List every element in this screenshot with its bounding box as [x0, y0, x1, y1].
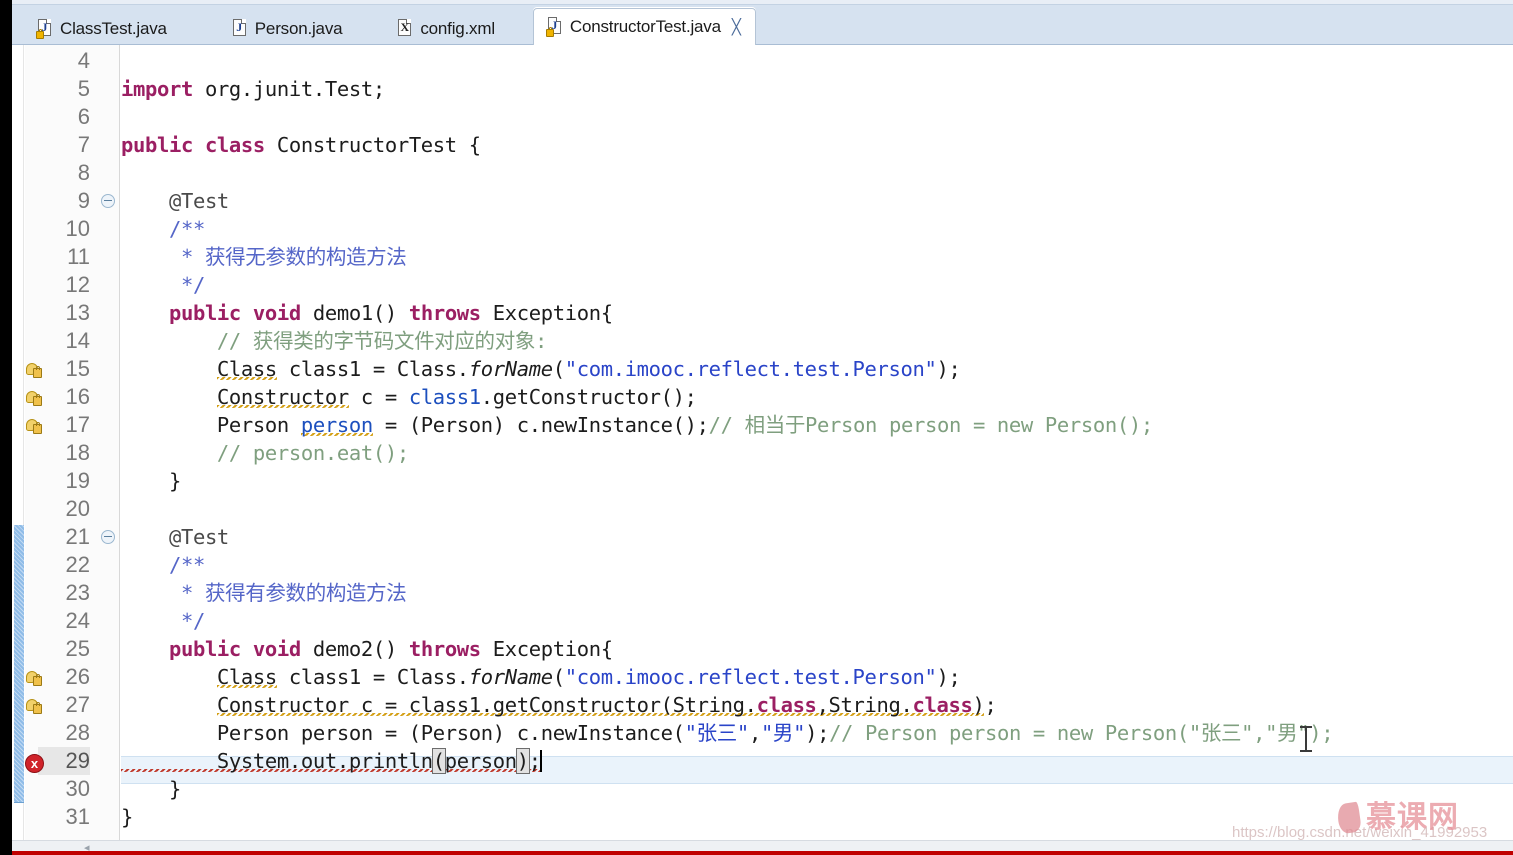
tab-label: Person.java	[254, 19, 343, 38]
tab-config-xml[interactable]: X config.xml	[384, 13, 509, 45]
flame-icon	[1336, 801, 1362, 835]
lock-icon	[545, 27, 554, 37]
window-left-rail	[0, 0, 12, 855]
code-line[interactable]: @Test	[121, 523, 229, 551]
code-line[interactable]: Constructor c = class1.getConstructor(St…	[121, 691, 997, 719]
eclipse-editor-window: J ClassTest.java J Person.java X config.…	[0, 0, 1513, 855]
tab-person-java[interactable]: J Person.java	[219, 13, 357, 45]
code-editor[interactable]: 4 5 6 7 8 9 10 11 12 13 14 15 16 17 18 1…	[12, 45, 1513, 840]
lock-icon	[36, 29, 44, 39]
tab-label: ConstructorTest.java	[569, 17, 721, 36]
editor-tab-bar: J ClassTest.java J Person.java X config.…	[12, 0, 1513, 45]
warning-quickfix-icon[interactable]	[26, 389, 47, 409]
code-line[interactable]: }	[121, 775, 181, 803]
code-line[interactable]: Class class1 = Class.forName("com.imooc.…	[121, 663, 961, 691]
warning-quickfix-icon[interactable]	[26, 697, 47, 717]
code-line[interactable]: */	[121, 607, 205, 635]
xml-file-icon: X	[396, 19, 413, 39]
code-line[interactable]: public class ConstructorTest {	[121, 131, 481, 159]
code-line[interactable]: public void demo2() throws Exception{	[121, 635, 613, 663]
code-line[interactable]: /**	[121, 551, 205, 579]
text-caret	[539, 750, 542, 772]
tab-constructortest-java[interactable]: J ConstructorTest.java ╳	[532, 8, 756, 45]
code-line[interactable]: public void demo1() throws Exception{	[121, 299, 613, 327]
warning-quickfix-icon[interactable]	[26, 361, 47, 381]
mouse-text-cursor	[1300, 726, 1313, 752]
code-line[interactable]: import org.junit.Test;	[121, 75, 385, 103]
code-line[interactable]: /**	[121, 215, 205, 243]
tab-strip: J ClassTest.java J Person.java X config.…	[12, 5, 756, 45]
tab-label: ClassTest.java	[60, 19, 167, 38]
tab-classtest-java[interactable]: J ClassTest.java	[24, 13, 181, 45]
imooc-watermark: 慕课网	[1336, 800, 1459, 835]
code-line[interactable]: // 获得类的字节码文件对应的对象:	[121, 327, 547, 355]
code-line[interactable]: // person.eat();	[121, 439, 409, 467]
code-line[interactable]: }	[121, 803, 133, 831]
fold-collapse-icon[interactable]	[101, 530, 115, 544]
java-file-icon: J	[545, 17, 563, 37]
code-line[interactable]: * 获得有参数的构造方法	[121, 579, 407, 607]
imooc-brand-text: 慕课网	[1366, 800, 1459, 835]
code-line-current[interactable]: System.out.println(person);	[121, 747, 542, 775]
change-bar-indicator	[14, 525, 24, 803]
error-icon[interactable]: x	[25, 753, 46, 773]
code-line[interactable]: * 获得无参数的构造方法	[121, 243, 407, 271]
warning-quickfix-icon[interactable]	[26, 669, 47, 689]
close-icon[interactable]: ╳	[732, 18, 741, 36]
code-line[interactable]: Class class1 = Class.forName("com.imooc.…	[121, 355, 961, 383]
code-line[interactable]: */	[121, 271, 205, 299]
warning-quickfix-icon[interactable]	[26, 417, 47, 437]
java-file-icon: J	[231, 19, 248, 39]
java-file-icon: J	[36, 19, 53, 39]
change-ruler	[12, 45, 24, 840]
code-line[interactable]: }	[121, 467, 181, 495]
tab-label: config.xml	[420, 19, 495, 38]
code-line[interactable]: Person person = (Person) c.newInstance("…	[121, 719, 1334, 747]
code-line[interactable]: Person person = (Person) c.newInstance()…	[121, 411, 1153, 439]
code-text-area[interactable]: import org.junit.Test; public class Cons…	[121, 45, 1513, 840]
code-line[interactable]: @Test	[121, 187, 229, 215]
annotation-ruler: x	[25, 45, 47, 840]
bottom-red-bar	[0, 851, 1513, 855]
code-line[interactable]: Constructor c = class1.getConstructor();	[121, 383, 697, 411]
fold-collapse-icon[interactable]	[101, 194, 115, 208]
